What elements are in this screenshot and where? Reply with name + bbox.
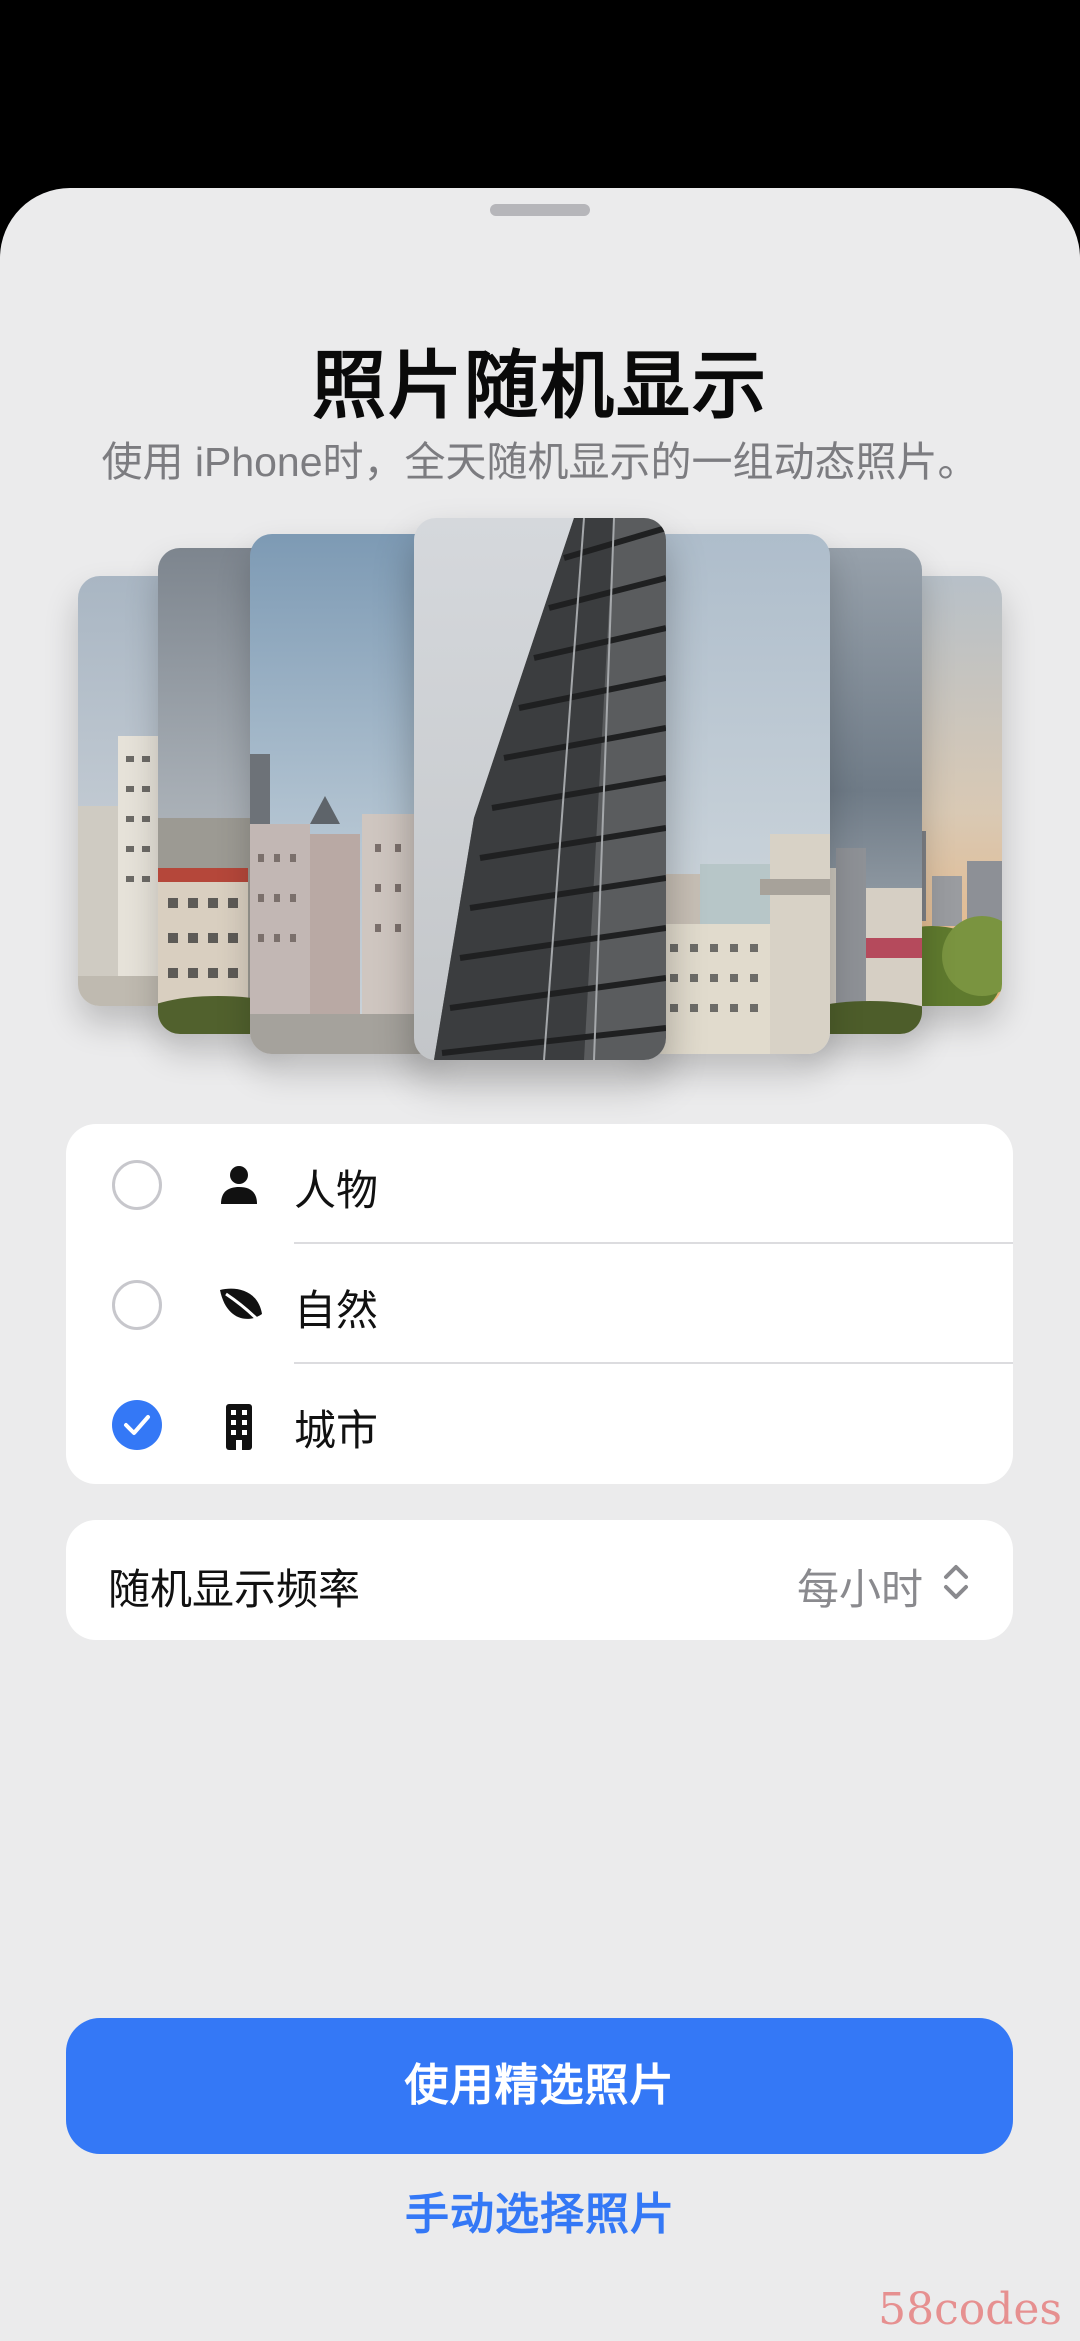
photo-preview-carousel	[0, 518, 1080, 1098]
frequency-value[interactable]: 每小时	[797, 1556, 923, 1617]
building-icon	[218, 1404, 260, 1450]
person-icon	[218, 1164, 260, 1206]
category-row-people[interactable]: 人物	[66, 1124, 1013, 1244]
bottom-sheet: 照片随机显示 使用 iPhone时，全天随机显示的一组动态照片。 人物 自然 城…	[0, 188, 1080, 2341]
preview-card-3	[250, 534, 440, 1054]
chevron-up-down-icon[interactable]	[941, 1562, 971, 1602]
use-featured-photos-button[interactable]: 使用精选照片	[66, 2018, 1013, 2154]
page-subtitle: 使用 iPhone时，全天随机显示的一组动态照片。	[101, 439, 979, 485]
choose-photos-manually-button[interactable]: 手动选择照片	[0, 2178, 1080, 2242]
category-list: 人物 自然 城市	[66, 1124, 1013, 1484]
preview-card-center	[414, 518, 666, 1060]
leaf-icon	[218, 1284, 262, 1326]
frequency-row[interactable]: 随机显示频率 每小时	[66, 1520, 1013, 1640]
category-label: 城市	[294, 1407, 379, 1454]
category-label: 人物	[294, 1167, 379, 1214]
category-row-city[interactable]: 城市	[66, 1364, 1013, 1484]
page-title: 照片随机显示	[312, 344, 768, 427]
category-row-nature[interactable]: 自然	[66, 1244, 1013, 1364]
radio-unchecked[interactable]	[112, 1160, 162, 1210]
frequency-label: 随机显示频率	[108, 1566, 361, 1613]
sheet-grabber[interactable]	[490, 204, 590, 216]
preview-card-5	[640, 534, 830, 1054]
category-label: 自然	[294, 1287, 379, 1334]
radio-checked[interactable]	[112, 1400, 162, 1450]
radio-unchecked[interactable]	[112, 1280, 162, 1330]
watermark-text: 58codes	[878, 2284, 1062, 2335]
